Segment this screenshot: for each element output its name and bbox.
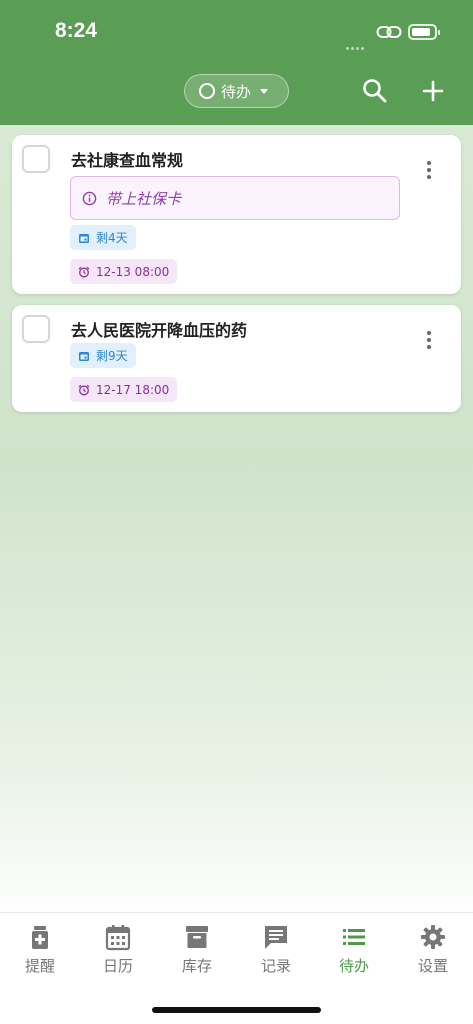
- tab-label: 待办: [338, 957, 369, 975]
- battery-icon: [408, 24, 440, 40]
- tab-todo[interactable]: 待办: [324, 923, 384, 976]
- note-text: 带上社保卡: [106, 189, 182, 208]
- add-icon[interactable]: [421, 79, 445, 103]
- more-options-icon[interactable]: [419, 331, 439, 355]
- tab-reminder[interactable]: 提醒: [10, 923, 70, 976]
- due-time-text: 12-17 18:00: [96, 382, 170, 397]
- list-icon: [343, 929, 365, 945]
- archive-icon: [186, 926, 208, 948]
- home-indicator[interactable]: [152, 1007, 321, 1013]
- due-time-badge: 12-17 18:00: [70, 377, 178, 402]
- more-options-icon[interactable]: [419, 161, 439, 185]
- tab-label: 提醒: [24, 957, 55, 975]
- gear-icon: [421, 925, 445, 949]
- due-time-badge: 12-13 08:00: [70, 259, 178, 284]
- remaining-text: 剩9天: [96, 349, 128, 363]
- tab-label: 记录: [260, 957, 291, 975]
- due-time-text: 12-13 08:00: [96, 264, 170, 279]
- tab-inventory[interactable]: 库存: [167, 923, 227, 976]
- app-header: 8:24 待办: [0, 0, 473, 125]
- tab-label: 库存: [181, 957, 212, 975]
- signal-dots-icon: [346, 35, 370, 50]
- task-checkbox[interactable]: [22, 315, 50, 343]
- filter-dropdown[interactable]: 待办: [184, 74, 289, 108]
- link-icon: [376, 26, 402, 38]
- status-time: 8:24: [55, 19, 98, 42]
- calendar-small-icon: [79, 351, 89, 361]
- task-card[interactable]: 去社康查血常规 带上社保卡 剩4天 12-13 08:00: [12, 135, 461, 294]
- task-card[interactable]: 去人民医院开降血压的药 剩9天 12-17 18:00: [12, 305, 461, 412]
- tab-label: 设置: [417, 957, 448, 975]
- caret-down-icon: [260, 88, 269, 94]
- comment-icon: [265, 926, 287, 949]
- info-icon: [82, 191, 97, 205]
- tab-records[interactable]: 记录: [246, 923, 306, 976]
- medicine-icon: [32, 926, 48, 949]
- tab-label: 日历: [102, 957, 133, 975]
- alarm-icon: [78, 266, 90, 277]
- remaining-days-badge: 剩4天: [70, 225, 136, 250]
- search-icon[interactable]: [362, 78, 388, 104]
- alarm-icon: [78, 384, 90, 395]
- calendar-small-icon: [79, 233, 89, 243]
- calendar-icon: [105, 925, 131, 951]
- remaining-days-badge: 剩9天: [70, 343, 136, 368]
- task-note: 带上社保卡: [70, 176, 400, 220]
- tab-settings[interactable]: 设置: [403, 923, 463, 976]
- task-title: 去社康查血常规: [71, 151, 184, 170]
- remaining-text: 剩4天: [96, 231, 128, 245]
- filter-label: 待办: [221, 82, 252, 101]
- circle-icon: [199, 83, 215, 99]
- task-checkbox[interactable]: [22, 145, 50, 173]
- tab-calendar[interactable]: 日历: [88, 923, 148, 976]
- task-title: 去人民医院开降血压的药: [71, 321, 248, 340]
